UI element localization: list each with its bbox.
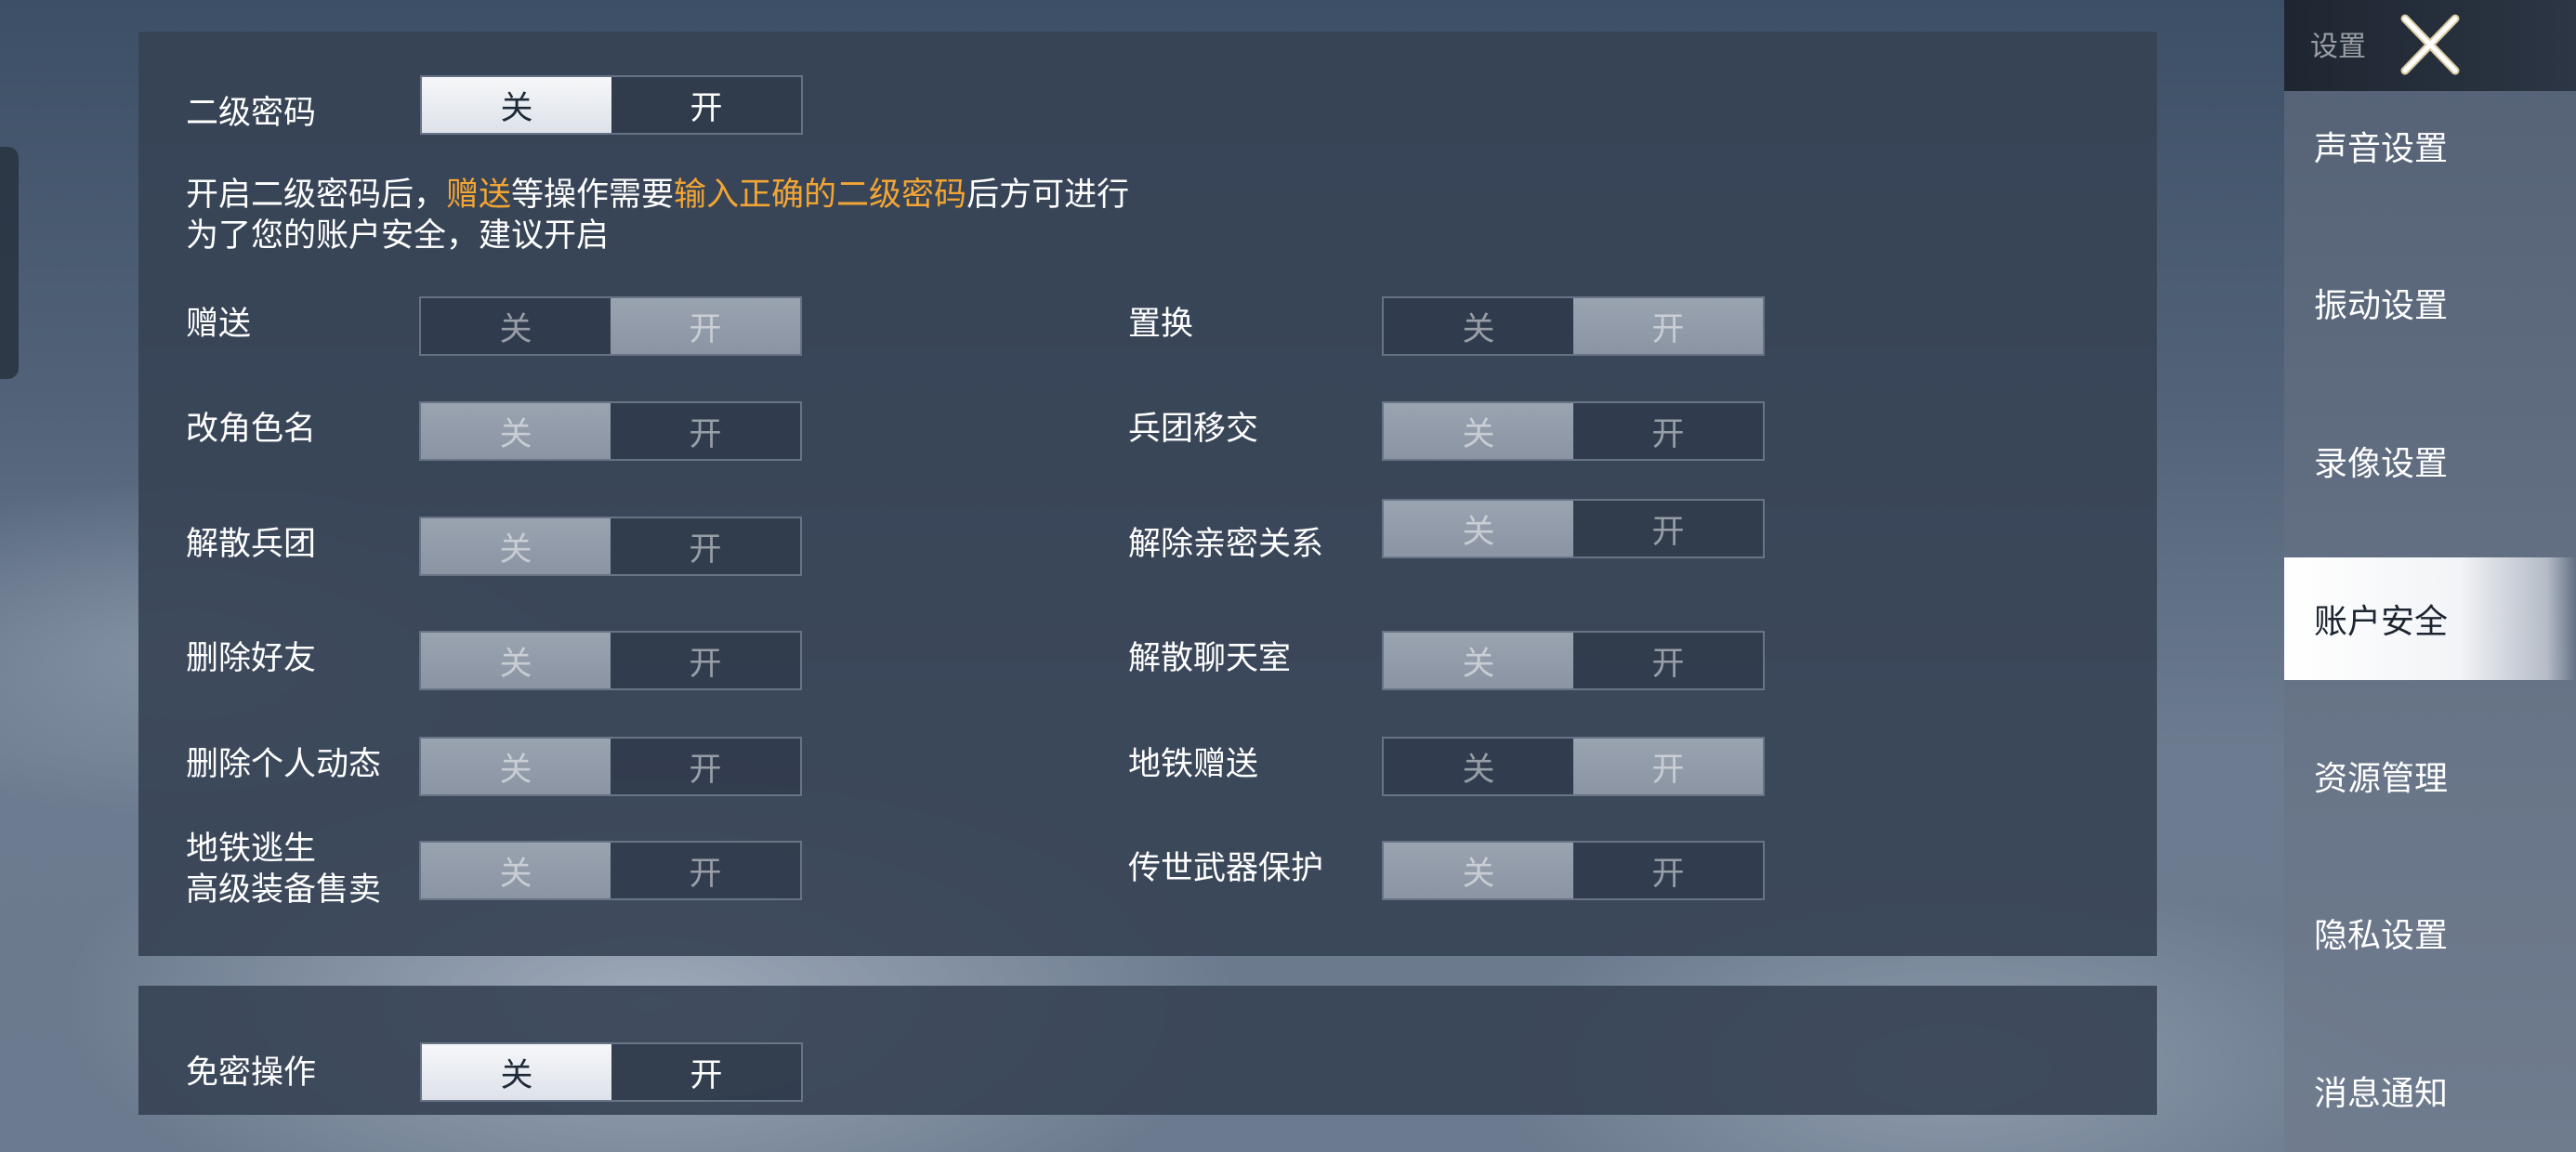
toggle-on-option[interactable]: 开 bbox=[611, 843, 800, 898]
info-text: 后方可进行 bbox=[966, 177, 1130, 214]
setting-label-remove-intimacy: 解除亲密关系 bbox=[1128, 526, 1324, 563]
setting-label-metro-gift: 地铁赠送 bbox=[1128, 746, 1259, 783]
info-highlight-password: 输入正确的二级密码 bbox=[674, 177, 967, 214]
password-free-panel: 免密操作 关 开 bbox=[138, 986, 2157, 1115]
toggle-on-option[interactable]: 开 bbox=[1573, 739, 1763, 794]
secondary-password-label: 二级密码 bbox=[186, 95, 317, 132]
toggle-off-option[interactable]: 关 bbox=[421, 739, 611, 794]
toggle-off-option[interactable]: 关 bbox=[1384, 298, 1573, 354]
toggle-on-option[interactable]: 开 bbox=[611, 403, 800, 459]
sidebar-title: 设置 bbox=[2310, 31, 2366, 63]
password-free-on-option[interactable]: 开 bbox=[611, 1044, 801, 1100]
toggle-metro-equipment-sale[interactable]: 关 开 bbox=[419, 841, 802, 900]
toggle-off-option[interactable]: 关 bbox=[421, 843, 611, 898]
toggle-on-option[interactable]: 开 bbox=[1573, 298, 1763, 354]
password-free-toggle[interactable]: 关 开 bbox=[420, 1042, 803, 1102]
sidebar-item-account-security[interactable]: 账户安全 bbox=[2284, 557, 2576, 680]
toggle-remove-intimacy[interactable]: 关 开 bbox=[1382, 499, 1765, 558]
toggle-on-option[interactable]: 开 bbox=[611, 633, 800, 688]
toggle-metro-gift[interactable]: 关 开 bbox=[1382, 737, 1765, 796]
password-free-off-option[interactable]: 关 bbox=[422, 1044, 611, 1100]
password-free-label: 免密操作 bbox=[186, 1054, 317, 1092]
toggle-legion-transfer[interactable]: 关 开 bbox=[1382, 401, 1765, 461]
sidebar-item-resource-management[interactable]: 资源管理 bbox=[2284, 714, 2576, 837]
left-edge-handle bbox=[0, 147, 19, 379]
toggle-off-option[interactable]: 关 bbox=[1384, 403, 1573, 459]
sidebar-item-sound[interactable]: 声音设置 bbox=[2284, 85, 2576, 207]
toggle-exchange[interactable]: 关 开 bbox=[1382, 296, 1765, 356]
toggle-off-option[interactable]: 关 bbox=[421, 518, 611, 574]
toggle-off-option[interactable]: 关 bbox=[421, 633, 611, 688]
close-x-icon[interactable] bbox=[2388, 7, 2472, 82]
toggle-on-option[interactable]: 开 bbox=[611, 739, 800, 794]
toggle-disband-chatroom[interactable]: 关 开 bbox=[1382, 631, 1765, 690]
setting-label-line-2: 高级装备售卖 bbox=[186, 871, 382, 909]
toggle-rename[interactable]: 关 开 bbox=[419, 401, 802, 461]
toggle-off-option[interactable]: 关 bbox=[1384, 739, 1573, 794]
secondary-password-panel: 二级密码 关 开 开启二级密码后，赠送等操作需要输入正确的二级密码后方可进行 为… bbox=[138, 32, 2157, 956]
info-text: 等操作需要 bbox=[511, 177, 675, 214]
toggle-on-option[interactable]: 开 bbox=[611, 298, 800, 354]
secondary-password-on-option[interactable]: 开 bbox=[611, 77, 801, 133]
sidebar-item-notifications[interactable]: 消息通知 bbox=[2284, 1029, 2576, 1152]
setting-label-line-1: 地铁逃生 bbox=[186, 831, 317, 868]
info-text: 开启二级密码后， bbox=[186, 177, 447, 214]
sidebar-header: 设置 bbox=[2284, 0, 2576, 91]
toggle-legendary-weapon-protection[interactable]: 关 开 bbox=[1382, 841, 1765, 900]
setting-label-rename: 改角色名 bbox=[186, 411, 317, 448]
toggle-off-option[interactable]: 关 bbox=[421, 403, 611, 459]
toggle-on-option[interactable]: 开 bbox=[1573, 403, 1763, 459]
setting-label-legendary-weapon-protection: 传世武器保护 bbox=[1128, 850, 1324, 887]
setting-label-gift: 赠送 bbox=[186, 306, 252, 343]
toggle-delete-moments[interactable]: 关 开 bbox=[419, 737, 802, 796]
setting-label-delete-moments: 删除个人动态 bbox=[186, 746, 382, 783]
toggle-off-option[interactable]: 关 bbox=[1384, 501, 1573, 556]
toggle-on-option[interactable]: 开 bbox=[611, 518, 800, 574]
toggle-on-option[interactable]: 开 bbox=[1573, 843, 1763, 898]
toggle-off-option[interactable]: 关 bbox=[1384, 633, 1573, 688]
toggle-disband-legion[interactable]: 关 开 bbox=[419, 517, 802, 576]
toggle-off-option[interactable]: 关 bbox=[1384, 843, 1573, 898]
settings-sidebar: 设置 声音设置 振动设置 录像设置 账户安全 资源管理 隐私设置 消息通知 bbox=[2284, 0, 2576, 1152]
setting-label-disband-chatroom: 解散聊天室 bbox=[1128, 640, 1292, 677]
setting-label-disband-legion: 解散兵团 bbox=[186, 526, 317, 563]
secondary-password-off-option[interactable]: 关 bbox=[422, 77, 611, 133]
toggle-on-option[interactable]: 开 bbox=[1573, 633, 1763, 688]
toggle-delete-friend[interactable]: 关 开 bbox=[419, 631, 802, 690]
sidebar-item-vibration[interactable]: 振动设置 bbox=[2284, 242, 2576, 364]
toggle-gift[interactable]: 关 开 bbox=[419, 296, 802, 356]
toggle-on-option[interactable]: 开 bbox=[1573, 501, 1763, 556]
toggle-off-option[interactable]: 关 bbox=[421, 298, 611, 354]
sidebar-item-privacy[interactable]: 隐私设置 bbox=[2284, 871, 2576, 994]
info-highlight-gift: 赠送 bbox=[446, 177, 512, 214]
setting-label-exchange: 置换 bbox=[1128, 306, 1194, 343]
sidebar-item-recording[interactable]: 录像设置 bbox=[2284, 399, 2576, 522]
setting-label-legion-transfer: 兵团移交 bbox=[1128, 411, 1259, 448]
info-line-2: 为了您的账户安全，建议开启 bbox=[186, 217, 610, 255]
setting-label-metro-equipment-sale: 地铁逃生 高级装备售卖 bbox=[186, 829, 381, 910]
setting-label-delete-friend: 删除好友 bbox=[186, 640, 317, 677]
info-line-1: 开启二级密码后，赠送等操作需要输入正确的二级密码后方可进行 bbox=[186, 175, 1129, 216]
secondary-password-toggle[interactable]: 关 开 bbox=[420, 75, 803, 135]
